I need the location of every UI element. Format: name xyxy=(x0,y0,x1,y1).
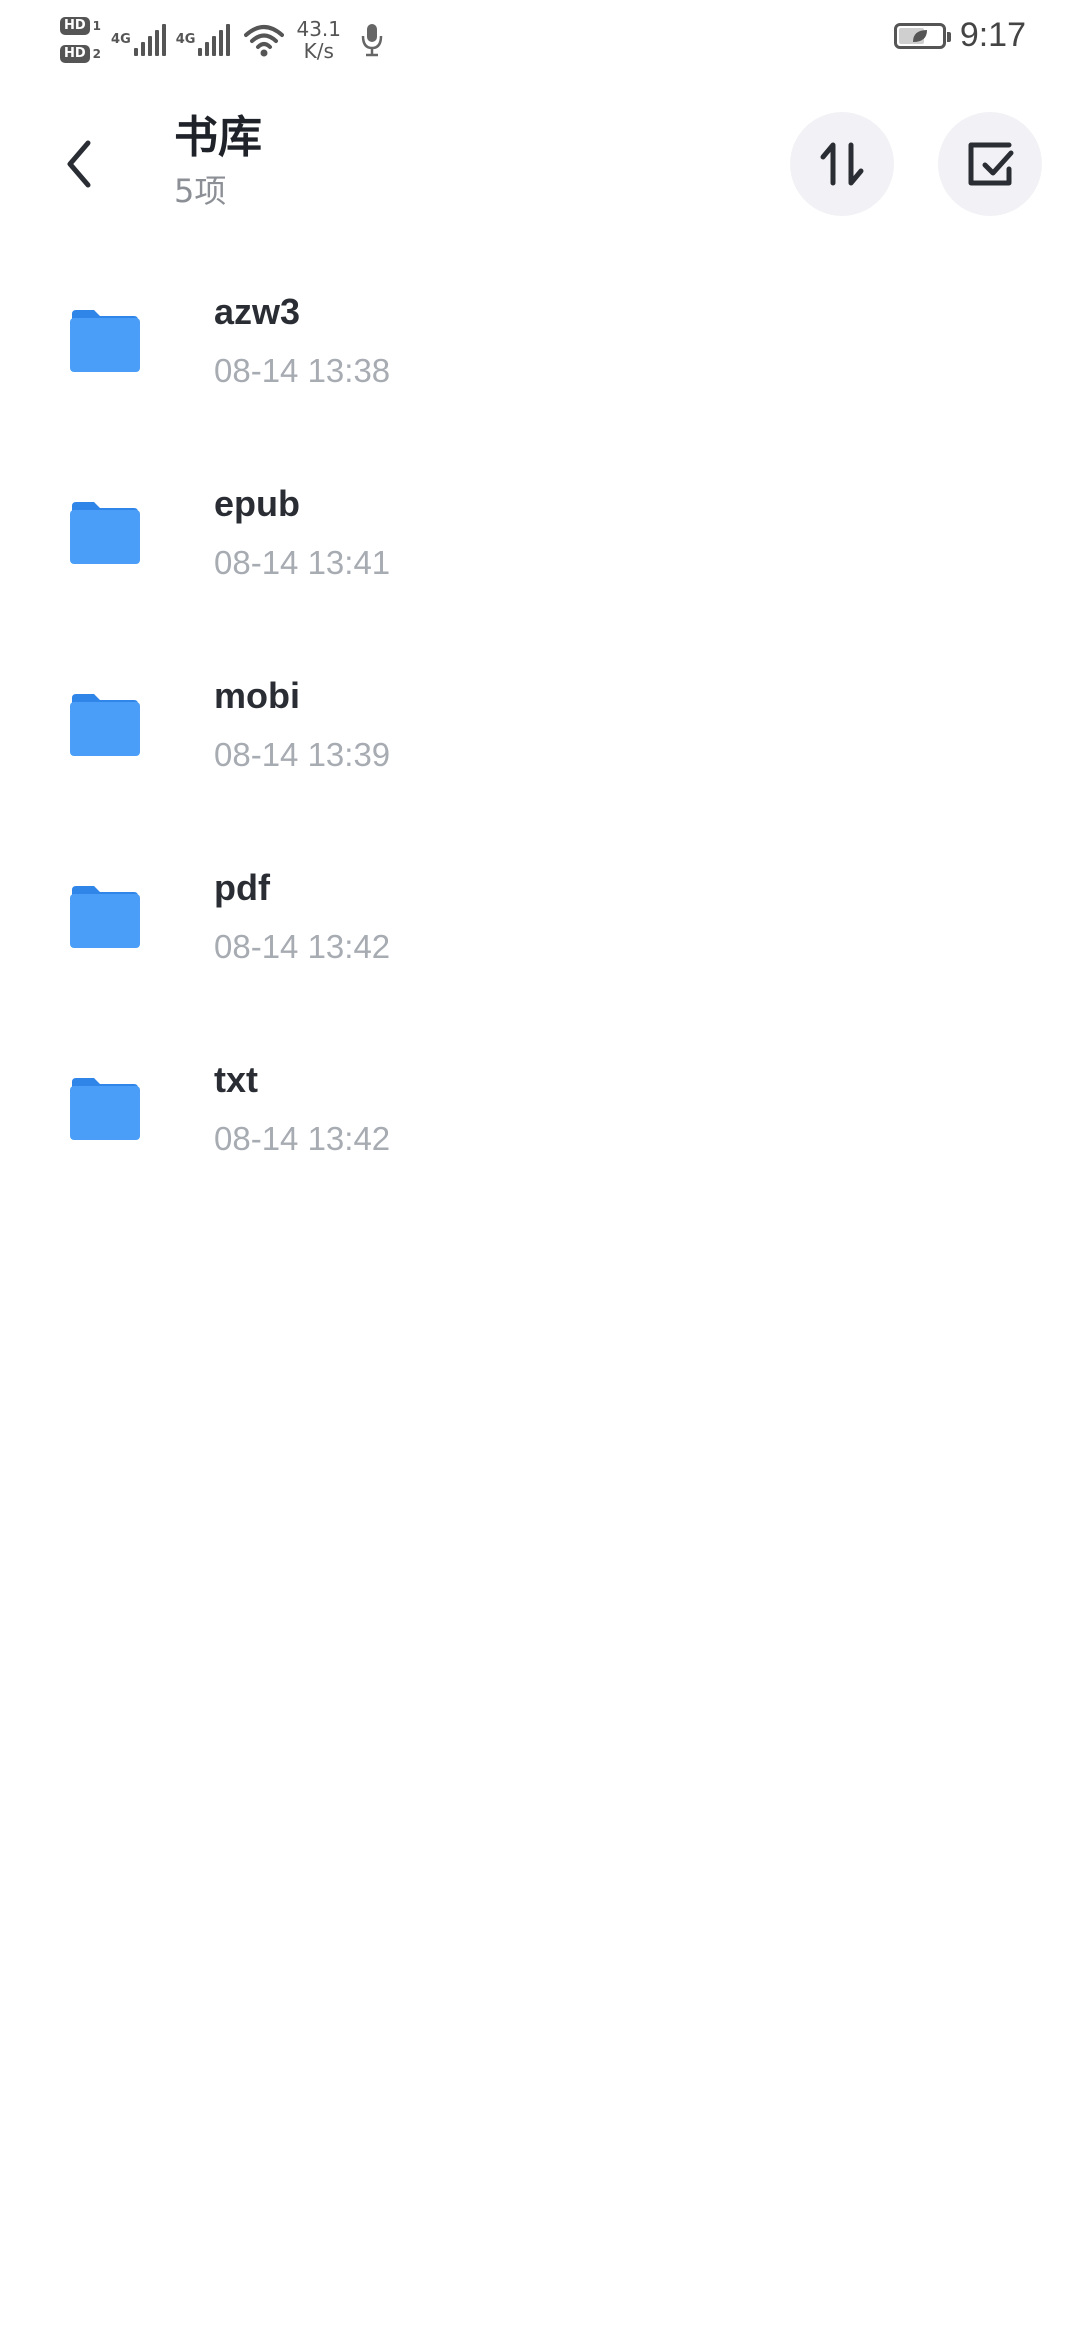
network-type: 4G xyxy=(175,32,196,47)
sim2-indicator: HD 2 xyxy=(60,45,101,63)
back-button[interactable] xyxy=(44,126,114,202)
item-name: epub xyxy=(214,483,300,524)
chevron-left-icon xyxy=(67,140,91,188)
item-name: pdf xyxy=(214,867,270,908)
sort-button[interactable] xyxy=(790,112,894,216)
signal-bars-icon xyxy=(133,24,166,56)
hd-badge: HD xyxy=(60,17,90,35)
speed-value: 43.1 xyxy=(296,17,341,41)
network-type: 4G xyxy=(111,32,131,47)
folder-icon xyxy=(70,1078,140,1140)
folder-icon xyxy=(70,502,140,564)
list-item[interactable]: epub 08-14 13:41 xyxy=(0,462,1080,654)
signal-bars-icon xyxy=(198,24,231,56)
page-title: 书库 xyxy=(174,112,262,163)
folder-icon xyxy=(70,694,140,756)
list-item[interactable]: pdf 08-14 13:42 xyxy=(0,846,1080,1038)
item-date: 08-14 13:42 xyxy=(214,1120,391,1157)
sim-number: 1 xyxy=(92,19,102,33)
screen: HD 1 HD 2 4G 4G 43.1 K/s 9:17 书库 5项 azw3… xyxy=(0,0,1080,2340)
signal-2: 4G xyxy=(176,24,231,56)
select-checkbox-icon xyxy=(968,142,1014,186)
speed-unit: K/s xyxy=(303,39,334,63)
status-indicators: HD 1 HD 2 4G 4G 43.1 K/s xyxy=(60,8,383,72)
item-name: azw3 xyxy=(214,291,301,332)
list-item[interactable]: azw3 08-14 13:38 xyxy=(0,270,1080,462)
sim-hd-indicators: HD 1 HD 2 xyxy=(60,17,101,63)
network-speed: 43.1 K/s xyxy=(296,18,341,62)
select-button[interactable] xyxy=(938,112,1042,216)
wifi-icon xyxy=(244,25,285,57)
sort-arrows-icon xyxy=(820,142,864,186)
item-date: 08-14 13:39 xyxy=(214,736,391,773)
folder-icon xyxy=(70,310,140,372)
header-bar: 书库 5项 xyxy=(0,100,1080,230)
battery-icon xyxy=(893,22,951,49)
hd-badge: HD xyxy=(60,45,90,63)
clock: 9:17 xyxy=(959,16,1026,54)
item-date: 08-14 13:38 xyxy=(214,352,391,389)
leaf-icon xyxy=(912,29,927,42)
microphone-icon xyxy=(361,24,383,57)
item-date: 08-14 13:41 xyxy=(214,544,391,581)
list-item[interactable]: mobi 08-14 13:39 xyxy=(0,654,1080,846)
file-list: azw3 08-14 13:38 epub 08-14 13:41 mobi 08-14 … xyxy=(0,270,1080,1230)
signal-1: 4G xyxy=(111,24,166,56)
sim1-indicator: HD 1 xyxy=(60,17,101,35)
folder-icon xyxy=(70,886,140,948)
item-name: txt xyxy=(214,1059,258,1100)
item-name: mobi xyxy=(214,675,300,716)
item-date: 08-14 13:42 xyxy=(214,928,391,965)
item-count: 5项 xyxy=(174,172,227,210)
title-block: 书库 5项 xyxy=(174,112,262,210)
sim-number: 2 xyxy=(92,47,102,61)
status-right: 9:17 xyxy=(893,16,1026,55)
status-bar: HD 1 HD 2 4G 4G 43.1 K/s 9:17 xyxy=(0,0,1080,80)
list-item[interactable]: txt 08-14 13:42 xyxy=(0,1038,1080,1230)
